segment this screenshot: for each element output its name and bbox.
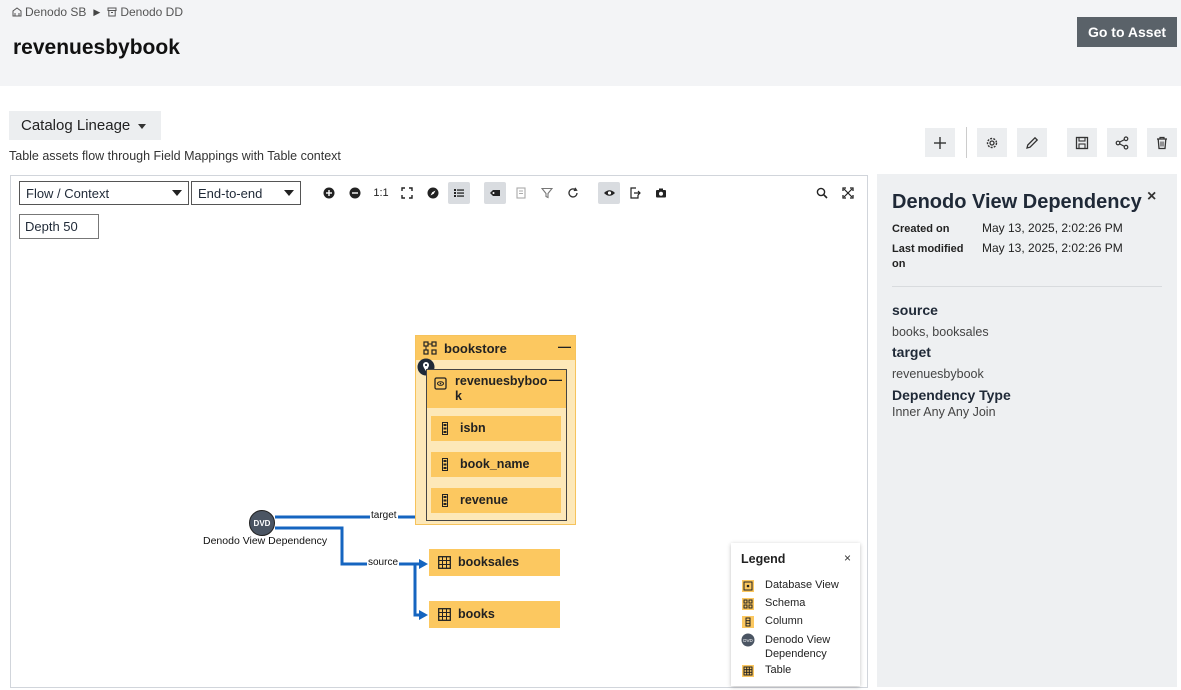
- legend-label: Column: [765, 615, 803, 627]
- legend-label: Schema: [765, 597, 806, 609]
- dependency-type-heading: Dependency Type: [892, 387, 1011, 403]
- legend-close-icon[interactable]: ×: [844, 551, 851, 565]
- column-label: book_name: [460, 457, 530, 471]
- schema-node-label: bookstore: [444, 341, 507, 356]
- view-node-revenuesbybook[interactable]: revenuesbybook — isbn book_name revenue: [426, 369, 567, 521]
- legend-item-table: Table: [741, 664, 791, 678]
- lineage-description: Table assets flow through Field Mappings…: [9, 149, 341, 163]
- page-title: revenuesbybook: [13, 36, 180, 59]
- column-node-book-name[interactable]: book_name: [431, 452, 561, 477]
- column-node-revenue[interactable]: revenue: [431, 488, 561, 513]
- legend-title: Legend: [741, 552, 786, 566]
- source-heading: source: [892, 302, 938, 318]
- chevron-right-icon: ▶: [93, 6, 101, 17]
- catalog-lineage-dropdown[interactable]: Catalog Lineage: [9, 111, 161, 140]
- dvd-icon: DVD: [741, 633, 755, 647]
- page-header: Denodo SB ▶ Denodo DD revenuesbybook Go …: [0, 0, 1181, 86]
- schema-icon: [423, 341, 437, 355]
- toolbar-divider: [966, 127, 967, 158]
- legend-label: Table: [765, 664, 792, 676]
- schema-icon: [742, 598, 754, 610]
- settings-button[interactable]: [977, 128, 1007, 157]
- lineage-canvas[interactable]: Flow / Context End-to-end Depth 50 1:1 t…: [10, 175, 868, 688]
- column-icon: [442, 458, 448, 471]
- share-icon: [1115, 135, 1129, 150]
- breadcrumb-item-denodo-dd[interactable]: Denodo DD: [107, 5, 183, 19]
- legend-item-dependency: DVD Denodo View Dependency: [741, 633, 855, 661]
- close-icon[interactable]: ×: [1147, 188, 1156, 206]
- created-value: May 13, 2025, 2:02:26 PM: [982, 221, 1123, 235]
- column-icon: [442, 422, 448, 435]
- target-value: revenuesbybook: [892, 367, 984, 381]
- details-panel: Denodo View Dependency × Created on May …: [877, 174, 1177, 687]
- share-button[interactable]: [1107, 128, 1137, 157]
- source-value: books, booksales: [892, 325, 989, 339]
- dependency-node-label: Denodo View Dependency: [203, 535, 328, 547]
- column-label: isbn: [460, 421, 486, 435]
- details-divider: [892, 286, 1162, 287]
- dependency-node[interactable]: DVD: [249, 510, 275, 536]
- created-label: Created on: [892, 223, 950, 235]
- gear-icon: [986, 137, 998, 148]
- breadcrumb-label: Denodo SB: [25, 5, 87, 19]
- legend-panel: Legend × Database View Schema Column DVD…: [731, 543, 860, 686]
- details-title: Denodo View Dependency: [892, 191, 1142, 213]
- collapse-icon[interactable]: —: [549, 372, 562, 387]
- legend-item-database-view: Database View: [741, 579, 839, 593]
- caret-down-icon: [138, 123, 147, 129]
- table-icon: [438, 556, 451, 569]
- svg-text:DVD: DVD: [743, 638, 753, 643]
- legend-item-schema: Schema: [741, 597, 805, 611]
- modified-label: Last modified on: [892, 243, 964, 270]
- table-label: booksales: [458, 555, 520, 569]
- schema-node-bookstore[interactable]: bookstore — revenuesbybook — isbn book_n…: [415, 335, 576, 525]
- view-node-header: revenuesbybook —: [427, 370, 566, 408]
- plus-icon: [934, 136, 946, 149]
- edit-button[interactable]: [1017, 128, 1047, 157]
- database-icon: [12, 7, 22, 17]
- legend-label: Denodo View Dependency: [765, 634, 831, 660]
- view-node-label: revenuesbybook: [455, 374, 548, 403]
- legend-label: Database View: [765, 579, 839, 591]
- column-label: revenue: [460, 493, 508, 507]
- pencil-icon: [1026, 136, 1039, 149]
- table-icon: [438, 608, 451, 621]
- modified-value: May 13, 2025, 2:02:26 PM: [982, 241, 1123, 255]
- table-icon: [742, 665, 754, 677]
- save-icon: [1075, 136, 1089, 149]
- go-to-asset-button[interactable]: Go to Asset: [1077, 17, 1177, 47]
- breadcrumb: Denodo SB ▶ Denodo DD: [12, 5, 183, 19]
- target-heading: target: [892, 344, 931, 360]
- table-label: books: [458, 607, 495, 621]
- collapse-icon[interactable]: —: [558, 339, 571, 354]
- edge-source-books: [413, 564, 419, 617]
- arrow-head: [419, 610, 428, 620]
- delete-button[interactable]: [1147, 128, 1177, 157]
- breadcrumb-item-denodo-sb[interactable]: Denodo SB: [12, 5, 86, 19]
- add-button[interactable]: [925, 128, 955, 157]
- column-icon: [442, 494, 448, 507]
- edge-label-source: source: [367, 557, 400, 568]
- archive-icon: [107, 7, 117, 17]
- column-icon: [742, 616, 754, 628]
- breadcrumb-label: Denodo DD: [120, 5, 184, 19]
- trash-icon: [1157, 136, 1167, 149]
- schema-node-header: bookstore —: [416, 336, 575, 360]
- table-node-booksales[interactable]: booksales: [429, 549, 560, 576]
- database-view-icon: [434, 377, 447, 390]
- table-node-books[interactable]: books: [429, 601, 560, 628]
- arrow-head: [419, 559, 428, 569]
- legend-item-column: Column: [741, 615, 803, 629]
- save-button[interactable]: [1067, 128, 1097, 157]
- column-node-isbn[interactable]: isbn: [431, 416, 561, 441]
- catalog-lineage-label: Catalog Lineage: [21, 117, 131, 134]
- dependency-type-value: Inner Any Any Join: [892, 405, 996, 419]
- edge-label-target: target: [370, 510, 398, 521]
- database-view-icon: [742, 580, 754, 592]
